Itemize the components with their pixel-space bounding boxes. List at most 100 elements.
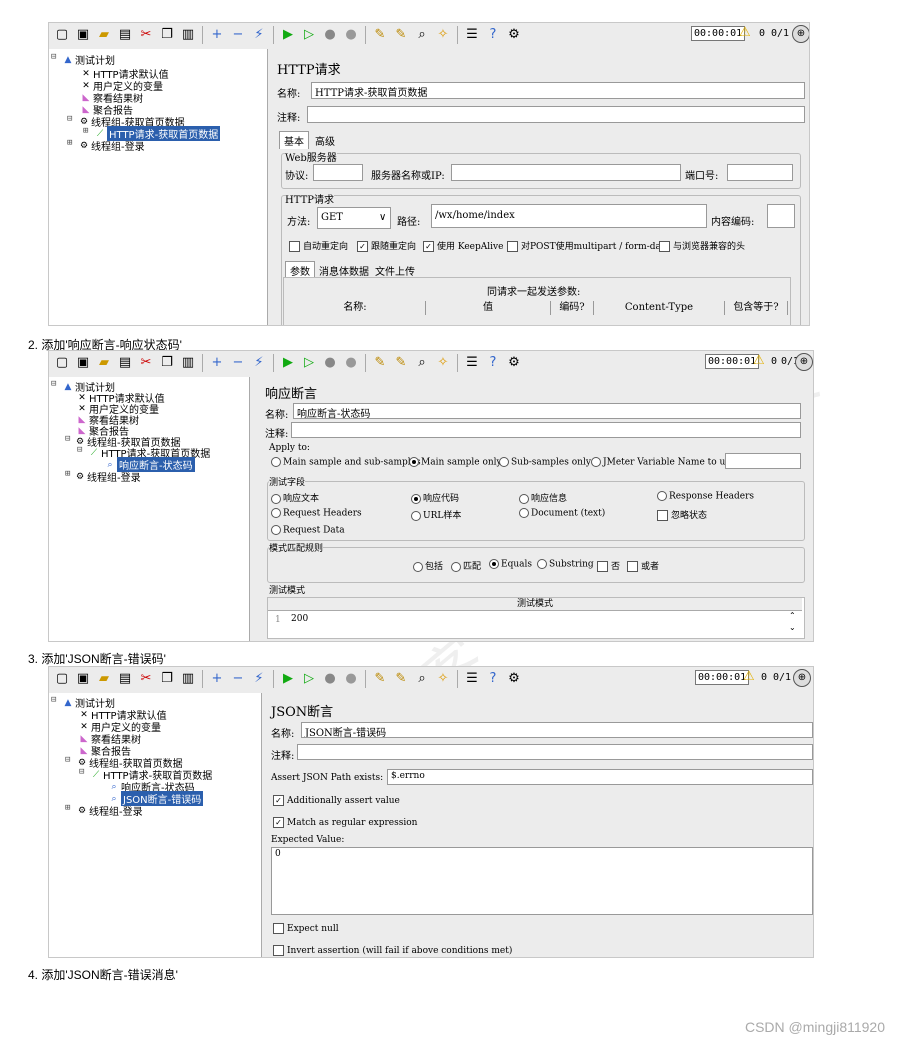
opt-expect-null[interactable]: Expect null [273,923,339,934]
stop-icon[interactable]: ● [321,354,339,372]
remote-icon[interactable]: ⚙ [505,354,523,372]
collapse-toggle[interactable]: ⊟ [51,379,56,389]
open-icon[interactable]: ▰ [95,670,113,688]
opt-additionally-assert[interactable]: ✓ Additionally assert value [273,795,400,806]
copy-icon[interactable]: ❐ [158,670,176,688]
field-url-sample[interactable]: URL样本 [411,508,461,521]
new-icon[interactable]: ▢ [53,26,71,44]
help-icon[interactable]: ? [484,26,502,44]
shutdown-icon[interactable]: ● [342,26,360,44]
comment-field[interactable] [297,744,813,760]
expected-value-field[interactable]: 0 [271,847,813,915]
cut-icon[interactable]: ✂ [137,670,155,688]
toggle-icon[interactable]: ⚡ [250,26,268,44]
new-icon[interactable]: ▢ [53,670,71,688]
radio[interactable] [271,525,281,535]
checkbox[interactable] [289,241,300,252]
checkbox[interactable] [597,561,608,572]
comment-field[interactable] [291,422,801,438]
collapse-toggle[interactable]: ⊟ [79,767,84,777]
tree-node-thread-group-login[interactable]: ⚙ 线程组-登录 [79,138,145,154]
tab-basic[interactable]: 基本 [279,131,309,149]
start-no-pause-icon[interactable]: ▷ [300,354,318,372]
port-field[interactable] [727,164,793,181]
clear-all-icon[interactable]: ✎ [392,26,410,44]
warning-icon[interactable]: ⚠ [753,353,765,368]
collapse-icon[interactable]: − [229,670,247,688]
checkbox[interactable] [273,923,284,934]
expand-toggle[interactable]: ⊞ [67,138,72,148]
reset-search-icon[interactable]: ✧ [434,354,452,372]
pattern-header[interactable]: 测试模式 [268,598,802,611]
col-name[interactable]: 名称: [285,301,426,315]
radio[interactable] [271,457,281,467]
reset-search-icon[interactable]: ✧ [434,670,452,688]
expand-icon[interactable]: + [208,670,226,688]
paste-icon[interactable]: ▥ [179,26,197,44]
field-request-data[interactable]: Request Data [271,525,345,536]
shutdown-icon[interactable]: ● [342,670,360,688]
rule-equals[interactable]: Equals [489,559,532,570]
checkbox[interactable]: ✓ [423,241,434,252]
jmeter-var-field[interactable] [725,453,801,469]
radio[interactable] [413,561,423,572]
opt-keepalive[interactable]: ✓ 使用 KeepAlive [423,239,503,252]
collapse-toggle[interactable]: ⊟ [51,695,56,705]
rule-substring[interactable]: Substring [537,559,594,570]
name-field[interactable]: 响应断言-状态码 [293,403,801,419]
help-icon[interactable]: ? [484,670,502,688]
collapse-toggle[interactable]: ⊟ [51,52,56,62]
start-icon[interactable]: ▶ [279,26,297,44]
expand-toggle[interactable]: ⊞ [83,126,88,136]
expand-icon[interactable]: + [208,26,226,44]
col-include-equals[interactable]: 包含等于? [725,301,788,315]
templates-icon[interactable]: ▣ [74,670,92,688]
templates-icon[interactable]: ▣ [74,354,92,372]
name-field[interactable]: JSON断言-错误码 [301,722,813,738]
tab-advanced[interactable]: 高级 [311,132,339,149]
open-icon[interactable]: ▰ [95,26,113,44]
encoding-field[interactable] [767,204,795,228]
apply-main-only[interactable]: Main sample only [409,457,502,468]
save-icon[interactable]: ▤ [116,354,134,372]
radio[interactable] [489,559,499,569]
rule-matches[interactable]: 匹配 [451,559,481,572]
field-ignore-status[interactable]: 忽略状态 [657,508,707,521]
start-icon[interactable]: ▶ [279,354,297,372]
comment-field[interactable] [307,106,805,123]
checkbox[interactable] [273,945,284,956]
checkbox[interactable] [507,241,518,252]
copy-icon[interactable]: ❐ [158,26,176,44]
radio[interactable] [271,493,281,504]
tree-node-thread-group-login[interactable]: ⚙ 线程组-登录 [75,469,141,485]
clear-icon[interactable]: ✎ [371,26,389,44]
radio[interactable] [271,508,281,518]
templates-icon[interactable]: ▣ [74,26,92,44]
remote-icon[interactable]: ⚙ [505,26,523,44]
function-helper-icon[interactable]: ☰ [463,26,481,44]
toggle-icon[interactable]: ⚡ [250,670,268,688]
collapse-toggle[interactable]: ⊟ [65,434,70,444]
globe-icon[interactable]: ⊕ [793,669,811,687]
opt-match-regex[interactable]: ✓ Match as regular expression [273,817,417,828]
paste-icon[interactable]: ▥ [179,670,197,688]
rule-or[interactable]: 或者 [627,559,659,572]
radio[interactable] [409,457,419,467]
help-icon[interactable]: ? [484,354,502,372]
collapse-icon[interactable]: − [229,26,247,44]
save-icon[interactable]: ▤ [116,670,134,688]
radio[interactable] [591,457,601,467]
radio[interactable] [657,491,667,501]
expand-icon[interactable]: + [208,354,226,372]
collapse-toggle[interactable]: ⊟ [77,445,82,455]
clear-icon[interactable]: ✎ [371,354,389,372]
collapse-toggle[interactable]: ⊟ [65,755,70,765]
new-icon[interactable]: ▢ [53,354,71,372]
clear-icon[interactable]: ✎ [371,670,389,688]
col-content-type[interactable]: Content-Type [594,301,725,315]
pattern-value[interactable]: 200 [291,614,308,624]
expand-toggle[interactable]: ⊞ [65,803,70,813]
scroll-down-icon[interactable]: ⌄ [789,623,796,632]
protocol-field[interactable] [313,164,363,181]
start-no-pause-icon[interactable]: ▷ [300,26,318,44]
